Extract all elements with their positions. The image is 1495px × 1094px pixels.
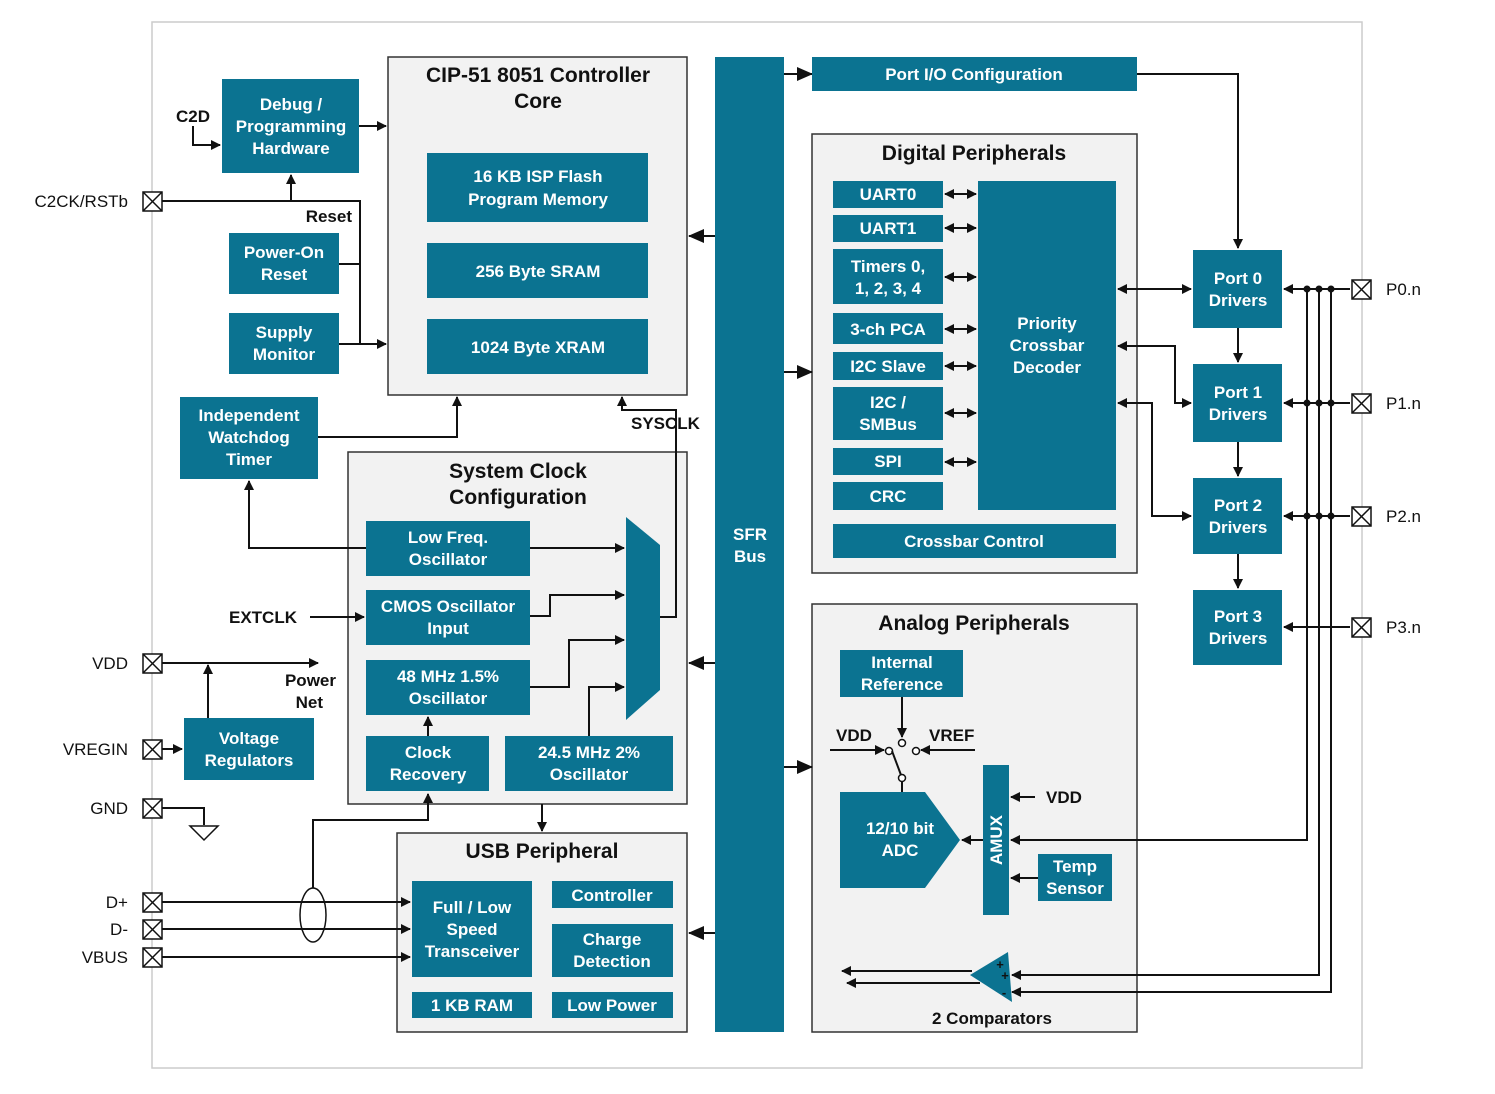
- voltage-regulators-block: [184, 718, 314, 780]
- pin-p2: [1351, 506, 1372, 527]
- label-vref: VREF: [929, 726, 974, 745]
- digital-title: Digital Peripherals: [882, 142, 1066, 165]
- label-adc-vdd: VDD: [836, 726, 872, 745]
- pin-p1: [1351, 393, 1372, 414]
- pin-label-p3: P3.n: [1386, 618, 1421, 637]
- pin-label-p0: P0.n: [1386, 280, 1421, 299]
- uart1-label: UART1: [860, 219, 917, 238]
- pin-vregin: [142, 739, 163, 760]
- analog-title: Analog Peripherals: [878, 612, 1069, 635]
- pca-label: 3-ch PCA: [850, 320, 926, 339]
- usb-title: USB Peripheral: [466, 840, 619, 863]
- uart0-label: UART0: [860, 185, 917, 204]
- spi-label: SPI: [874, 452, 901, 471]
- comparator-minus: -: [1002, 985, 1006, 1000]
- usb-ram-label: 1 KB RAM: [431, 996, 513, 1015]
- crc-label: CRC: [870, 487, 907, 506]
- flash-block: [427, 153, 648, 222]
- port2-drivers-block: [1193, 478, 1282, 554]
- pin-label-c2ck: C2CK/RSTb: [34, 192, 128, 211]
- port0-drivers-block: [1193, 250, 1282, 328]
- pin-label-vdd: VDD: [92, 654, 128, 673]
- label-reset: Reset: [306, 207, 353, 226]
- port3-drivers-block: [1193, 590, 1282, 665]
- pin-label-p1: P1.n: [1386, 394, 1421, 413]
- crossbar-control-label: Crossbar Control: [904, 532, 1044, 551]
- pin-p3: [1351, 617, 1372, 638]
- xram-label: 1024 Byte XRAM: [471, 338, 605, 357]
- label-c2d: C2D: [176, 107, 210, 126]
- pin-vdd: [142, 653, 163, 674]
- comparator-plus-2: +: [1001, 968, 1009, 983]
- i2c-slave-label: I2C Slave: [850, 357, 926, 376]
- pin-label-vbus: VBUS: [82, 948, 128, 967]
- label-sysclk: SYSCLK: [631, 414, 701, 433]
- port-io-config-label: Port I/O Configuration: [885, 65, 1063, 84]
- pin-c2ck: [142, 191, 163, 212]
- clock-mux: [626, 517, 660, 720]
- pin-label-p2: P2.n: [1386, 507, 1421, 526]
- pin-dminus: [142, 919, 163, 940]
- amux-label: AMUX: [987, 814, 1006, 865]
- port1-drivers-block: [1193, 364, 1282, 442]
- label-amux-vdd: VDD: [1046, 788, 1082, 807]
- sfr-bus: [715, 57, 784, 1032]
- pin-dplus: [142, 892, 163, 913]
- pin-label-vregin: VREGIN: [63, 740, 128, 759]
- sram-label: 256 Byte SRAM: [476, 262, 601, 281]
- pin-vbus: [142, 947, 163, 968]
- controller-label: Controller: [571, 886, 653, 905]
- block-diagram: C2CK/RSTb VDD VREGIN GND D+ D- VBUS P0.n…: [34, 21, 1421, 1069]
- label-extclk: EXTCLK: [229, 608, 298, 627]
- comparators-label: 2 Comparators: [932, 1009, 1052, 1028]
- pin-label-dminus: D-: [110, 920, 128, 939]
- pin-label-gnd: GND: [90, 799, 128, 818]
- pin-gnd: [142, 798, 163, 819]
- crossbar-decoder-label: Priority Crossbar Decoder: [1010, 314, 1085, 377]
- pin-label-dplus: D+: [106, 893, 128, 912]
- pin-p0: [1351, 279, 1372, 300]
- low-power-label: Low Power: [567, 996, 657, 1015]
